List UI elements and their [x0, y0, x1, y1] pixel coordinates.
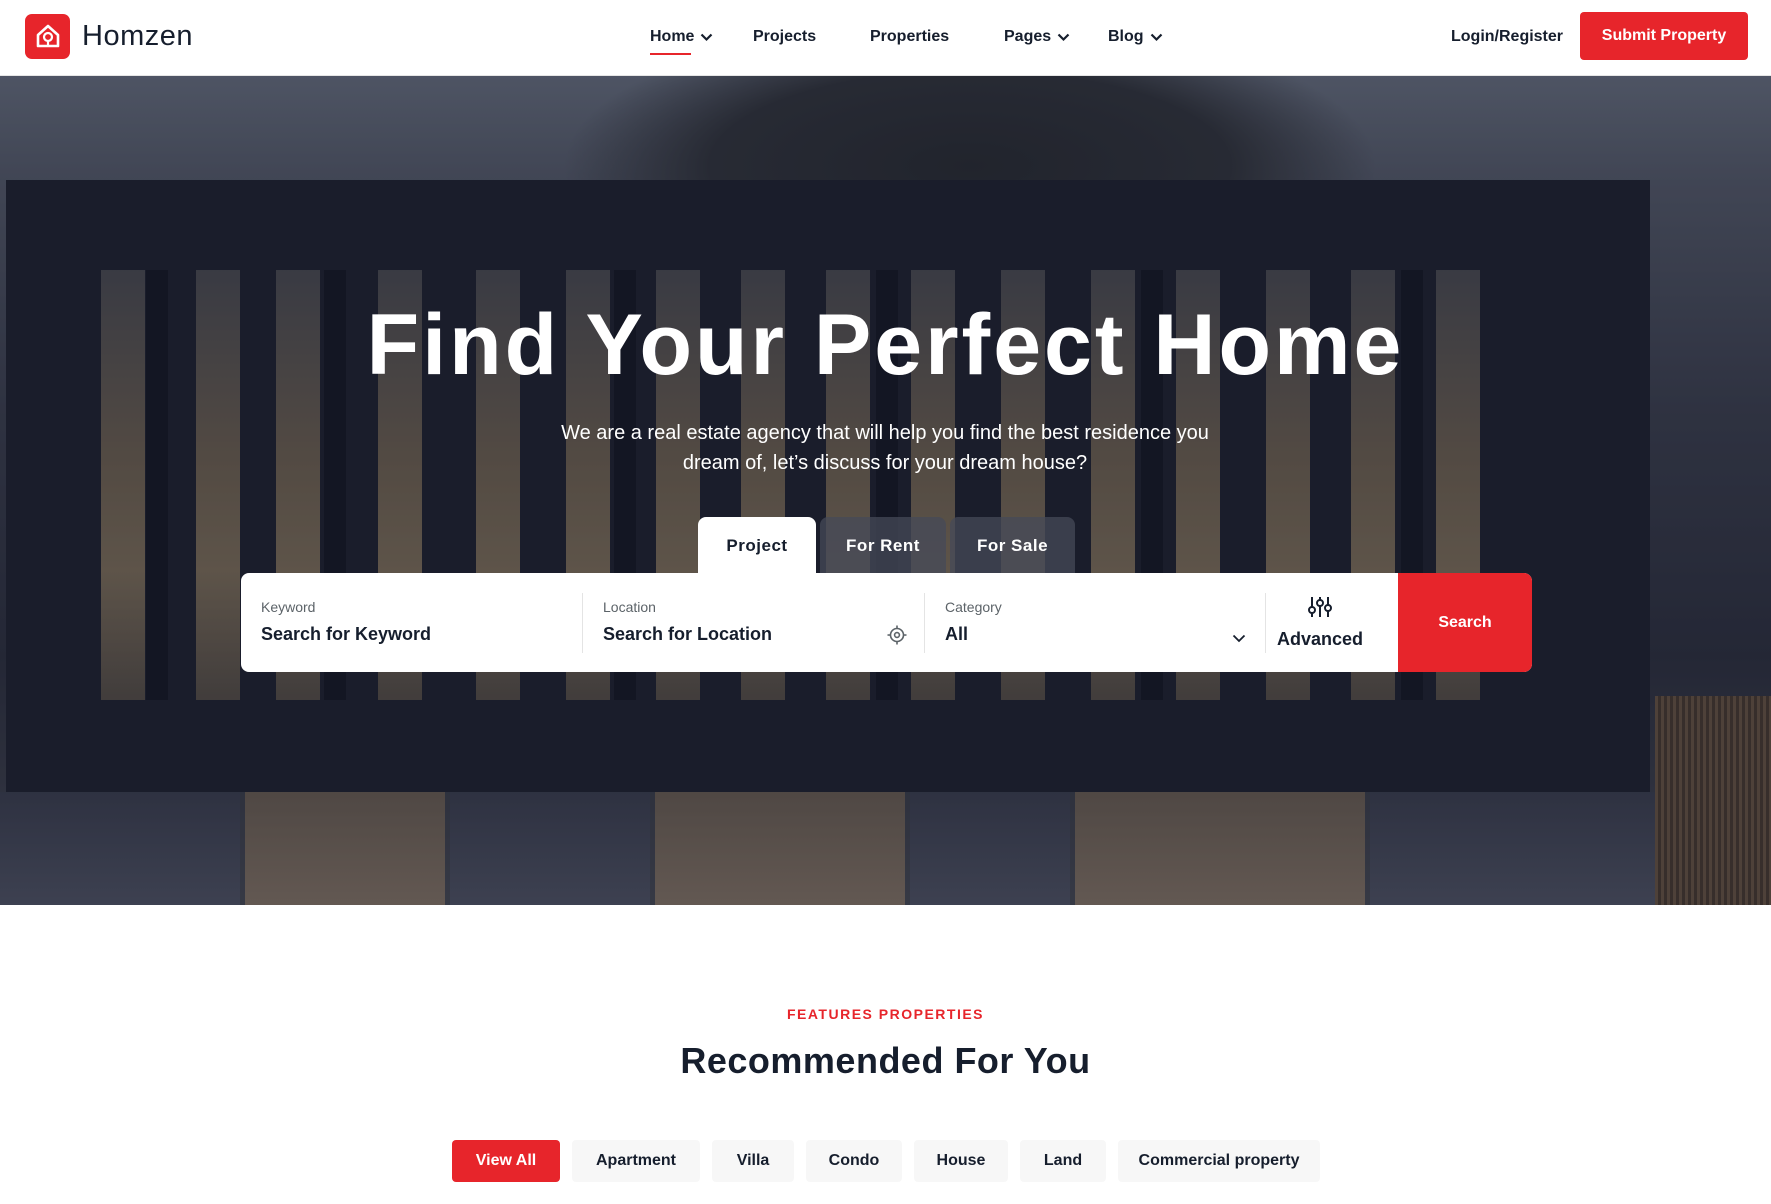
- location-label: Location: [603, 599, 656, 615]
- advanced-filter-button[interactable]: Advanced: [1265, 573, 1375, 672]
- property-search-form: Keyword Search for Keyword Location Sear…: [241, 573, 1532, 672]
- nav-item-projects[interactable]: Projects: [753, 22, 816, 52]
- section-title: Recommended For You: [680, 1040, 1091, 1081]
- category-label: Category: [945, 599, 1002, 615]
- tab-for-rent[interactable]: For Rent: [820, 517, 946, 575]
- filter-villa[interactable]: Villa: [712, 1140, 794, 1182]
- nav-item-label: Properties: [870, 28, 950, 45]
- keyword-input[interactable]: Search for Keyword: [261, 624, 431, 645]
- chevron-down-icon: [1057, 33, 1070, 42]
- nav-item-home[interactable]: Home: [650, 22, 713, 55]
- submit-property-button[interactable]: Submit Property: [1580, 12, 1748, 60]
- home-logo-icon: [25, 13, 70, 59]
- site-header: Homzen Home Projects Properties Pages Bl…: [0, 0, 1771, 76]
- nav-item-blog[interactable]: Blog: [1108, 22, 1163, 52]
- sliders-icon: [1308, 596, 1332, 623]
- active-indicator: [650, 53, 692, 55]
- nav-item-label: Pages: [1004, 28, 1052, 45]
- login-register-link[interactable]: Login/Register: [1451, 22, 1563, 52]
- category-value: All: [945, 624, 969, 644]
- location-field[interactable]: Location Search for Location: [583, 573, 924, 672]
- nav-item-properties[interactable]: Properties: [870, 22, 949, 52]
- section-eyebrow: FEATURES PROPERTIES: [786, 1006, 985, 1022]
- filter-land[interactable]: Land: [1020, 1140, 1106, 1182]
- keyword-label: Keyword: [261, 599, 316, 615]
- nav-item-label: Blog: [1108, 28, 1144, 45]
- filter-view-all[interactable]: View All: [452, 1140, 560, 1182]
- chevron-down-icon: [1150, 33, 1163, 42]
- category-select[interactable]: Category All: [925, 573, 1265, 672]
- nav-item-label: Home: [650, 28, 695, 45]
- filter-house[interactable]: House: [914, 1140, 1008, 1182]
- brand-logo[interactable]: Homzen: [25, 13, 193, 59]
- chevron-down-icon: [700, 33, 713, 42]
- tab-for-sale[interactable]: For Sale: [950, 517, 1075, 575]
- location-target-icon[interactable]: [887, 625, 907, 650]
- keyword-field[interactable]: Keyword Search for Keyword: [241, 573, 582, 672]
- filter-condo[interactable]: Condo: [806, 1140, 902, 1182]
- nav-item-pages[interactable]: Pages: [1004, 22, 1070, 52]
- advanced-label: Advanced: [1276, 628, 1364, 649]
- chevron-down-icon: [1232, 630, 1246, 648]
- brand-name: Homzen: [82, 19, 193, 52]
- tab-project[interactable]: Project: [698, 517, 816, 575]
- hero-subtitle: We are a real estate agency that will he…: [561, 422, 1209, 474]
- nav-item-label: Projects: [753, 28, 817, 45]
- search-button[interactable]: Search: [1398, 573, 1532, 672]
- hero-section: Find Your Perfect Home We are a real est…: [0, 76, 1771, 905]
- location-input[interactable]: Search for Location: [603, 624, 772, 645]
- hero-title: Find Your Perfect Home: [366, 297, 1405, 393]
- filter-apartment[interactable]: Apartment: [572, 1140, 700, 1182]
- filter-commercial-property[interactable]: Commercial property: [1118, 1140, 1320, 1182]
